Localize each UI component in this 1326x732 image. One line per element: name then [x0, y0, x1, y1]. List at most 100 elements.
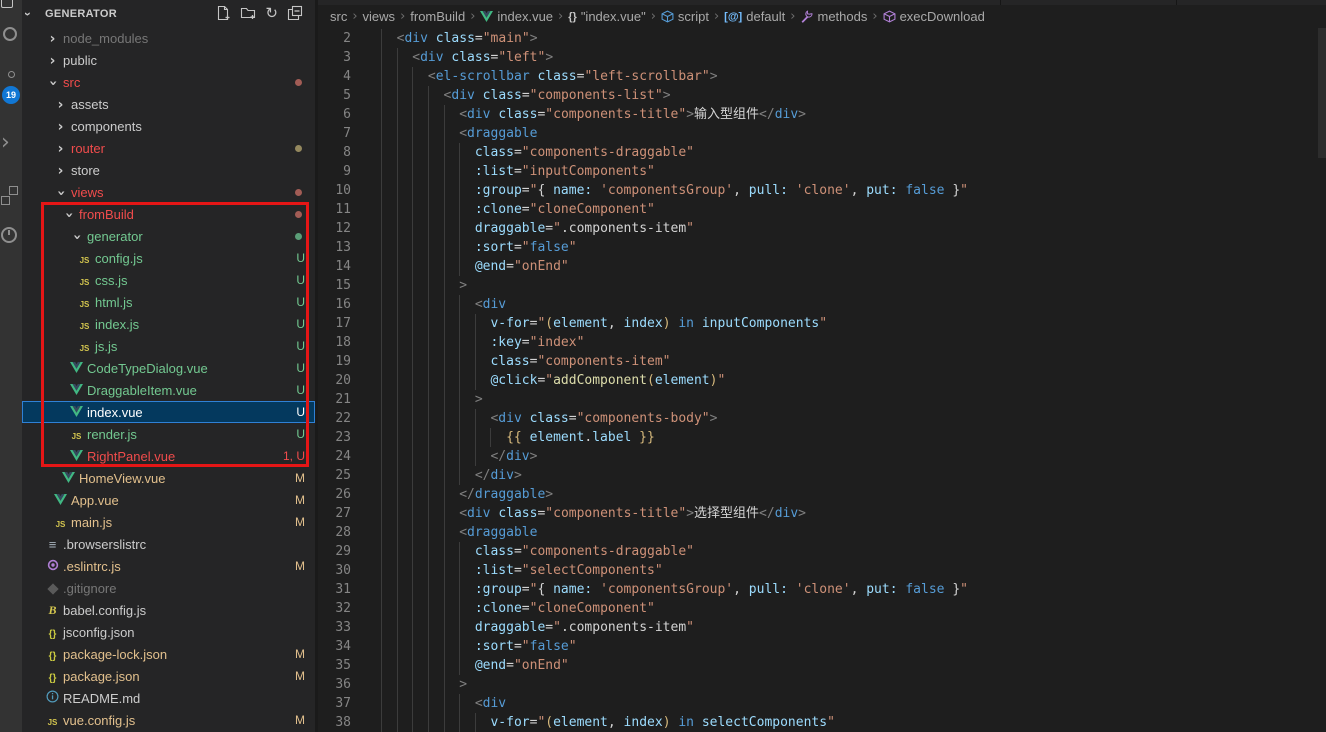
- code-line[interactable]: 9:list="inputComponents": [318, 162, 1326, 181]
- tree-item-DraggableItem.vue[interactable]: DraggableItem.vue U: [22, 379, 315, 401]
- tree-item-babel.config.js[interactable]: Bbabel.config.js: [22, 599, 315, 621]
- code-line[interactable]: 8 class="components-draggable": [318, 143, 1326, 162]
- code-line[interactable]: 25 </div>: [318, 466, 1326, 485]
- code-line[interactable]: 16 <div: [318, 295, 1326, 314]
- tree-item-assets[interactable]: › assets: [22, 93, 315, 115]
- code-line[interactable]: 21 >: [318, 390, 1326, 409]
- tree-item-public[interactable]: › public: [22, 49, 315, 71]
- module-icon: [661, 10, 674, 23]
- code-line[interactable]: 5 <div class="components-list">: [318, 86, 1326, 105]
- info-icon: [44, 690, 61, 706]
- tree-item-README.md[interactable]: README.md: [22, 687, 315, 709]
- collapse-all-icon[interactable]: [287, 5, 303, 26]
- extensions-icon[interactable]: [1, 196, 10, 205]
- code-line[interactable]: 28 <draggable: [318, 523, 1326, 542]
- tree-item-main.js[interactable]: JS main.js M: [22, 511, 315, 533]
- tree-item-fromBuild[interactable]: › fromBuild: [22, 203, 315, 225]
- tree-item-render.js[interactable]: JS render.js U: [22, 423, 315, 445]
- code-line[interactable]: 30:list="selectComponents": [318, 561, 1326, 580]
- tree-item-html.js[interactable]: JS html.js U: [22, 291, 315, 313]
- code-line[interactable]: 4 <el-scrollbar class="left-scrollbar">: [318, 67, 1326, 86]
- new-folder-icon[interactable]: [240, 5, 256, 26]
- code-line[interactable]: 37 <div: [318, 694, 1326, 713]
- explorer-icon[interactable]: [1, 0, 13, 8]
- breadcrumb-item[interactable]: {} "index.vue": [568, 9, 645, 24]
- tree-item-views[interactable]: › views: [22, 181, 315, 203]
- tree-item-generator[interactable]: › generator: [22, 225, 315, 247]
- code-line[interactable]: 10:group="{ name: 'componentsGroup', pul…: [318, 181, 1326, 200]
- code-line[interactable]: 36 >: [318, 675, 1326, 694]
- account-icon[interactable]: [1, 227, 17, 243]
- tree-item-jsconfig.json[interactable]: {} jsconfig.json: [22, 621, 315, 643]
- editor-scrollbar[interactable]: [1318, 28, 1326, 158]
- code-line[interactable]: 6 <div class="components-title">输入型组件</di…: [318, 105, 1326, 124]
- code-line[interactable]: 22 <div class="components-body">: [318, 409, 1326, 428]
- code-line[interactable]: 35 @end="onEnd": [318, 656, 1326, 675]
- sidebar-divider[interactable]: [315, 0, 318, 732]
- run-debug-icon[interactable]: ›: [1, 130, 10, 155]
- tree-item-package.json[interactable]: {} package.json M: [22, 665, 315, 687]
- tree-item-.eslintrc.js[interactable]: .eslintrc.js M: [22, 555, 315, 577]
- breadcrumb-item[interactable]: index.vue: [480, 9, 553, 24]
- tree-item-package-lock.json[interactable]: {} package-lock.json M: [22, 643, 315, 665]
- tree-item-label: src: [63, 74, 81, 90]
- breadcrumb-item[interactable]: methods: [800, 9, 867, 24]
- code-line[interactable]: 32:clone="cloneComponent": [318, 599, 1326, 618]
- source-control-icon[interactable]: [8, 71, 15, 78]
- code-line[interactable]: 29 class="components-draggable": [318, 542, 1326, 561]
- code-line[interactable]: 17 v-for="(element, index) in inputCompon…: [318, 314, 1326, 333]
- code-line[interactable]: 27 <div class="components-title">选择型组件</d…: [318, 504, 1326, 523]
- tree-item-vue.config.js[interactable]: JS vue.config.js M: [22, 709, 315, 731]
- breadcrumb-item[interactable]: script: [661, 9, 709, 24]
- breadcrumb-item[interactable]: src: [330, 9, 347, 24]
- code-line[interactable]: 3 <div class="left">: [318, 48, 1326, 67]
- code-line[interactable]: 13:sort="false": [318, 238, 1326, 257]
- refresh-icon[interactable]: ↻: [265, 5, 278, 26]
- tree-item-components[interactable]: › components: [22, 115, 315, 137]
- breadcrumb-item[interactable]: execDownload: [883, 9, 985, 24]
- code-line[interactable]: 24 </div>: [318, 447, 1326, 466]
- code-line[interactable]: 33 draggable=".components-item": [318, 618, 1326, 637]
- search-icon[interactable]: [3, 27, 17, 41]
- tree-item-index.js[interactable]: JS index.js U: [22, 313, 315, 335]
- tree-item-.gitignore[interactable]: .gitignore: [22, 577, 315, 599]
- code-line[interactable]: 2 <div class="main">: [318, 29, 1326, 48]
- tree-item-router[interactable]: › router: [22, 137, 315, 159]
- code-line[interactable]: 7 <draggable: [318, 124, 1326, 143]
- breadcrumb-item[interactable]: fromBuild: [410, 9, 465, 24]
- code-line[interactable]: 23{{ element.label }}: [318, 428, 1326, 447]
- code-line[interactable]: 26 </draggable>: [318, 485, 1326, 504]
- chevron-down-icon[interactable]: ›: [21, 12, 35, 16]
- tree-item-HomeView.vue[interactable]: HomeView.vue M: [22, 467, 315, 489]
- tree-item-js.js[interactable]: JS js.js U: [22, 335, 315, 357]
- code-line[interactable]: 11:clone="cloneComponent": [318, 200, 1326, 219]
- code-line[interactable]: 20 @click="addComponent(element)": [318, 371, 1326, 390]
- tree-item-.browserslistrc[interactable]: ≡ .browserslistrc: [22, 533, 315, 555]
- code-line[interactable]: 38 v-for="(element, index) in selectCompo…: [318, 713, 1326, 732]
- tree-item-App.vue[interactable]: App.vue M: [22, 489, 315, 511]
- code-line[interactable]: 12 draggable=".components-item": [318, 219, 1326, 238]
- tree-item-store[interactable]: › store: [22, 159, 315, 181]
- extensions-icon[interactable]: [9, 186, 18, 195]
- tree-item-label: css.js: [95, 272, 128, 288]
- tree-item-config.js[interactable]: JS config.js U: [22, 247, 315, 269]
- breadcrumb-item[interactable]: [@] default: [724, 9, 785, 24]
- code-line[interactable]: 18:key="index": [318, 333, 1326, 352]
- code-line[interactable]: 34:sort="false": [318, 637, 1326, 656]
- tree-item-RightPanel.vue[interactable]: RightPanel.vue 1, U: [22, 445, 315, 467]
- tree-item-label: render.js: [87, 426, 137, 442]
- new-file-icon[interactable]: [215, 5, 231, 26]
- code-line[interactable]: 14 @end="onEnd": [318, 257, 1326, 276]
- code-line[interactable]: 15 >: [318, 276, 1326, 295]
- vue-icon: [52, 493, 69, 508]
- code-line[interactable]: 19 class="components-item": [318, 352, 1326, 371]
- breadcrumb-item[interactable]: views: [363, 9, 396, 24]
- tree-item-node_modules[interactable]: › node_modules: [22, 27, 315, 49]
- tree-item-css.js[interactable]: JS css.js U: [22, 269, 315, 291]
- tree-item-index.vue[interactable]: index.vue U: [22, 401, 315, 423]
- code-line[interactable]: 31:group="{ name: 'componentsGroup', pul…: [318, 580, 1326, 599]
- code-area[interactable]: 2 <div class="main"> 3 <div class="left"> 4 <…: [318, 29, 1326, 732]
- tree-item-label: App.vue: [71, 492, 119, 508]
- tree-item-CodeTypeDialog.vue[interactable]: CodeTypeDialog.vue U: [22, 357, 315, 379]
- tree-item-src[interactable]: › src: [22, 71, 315, 93]
